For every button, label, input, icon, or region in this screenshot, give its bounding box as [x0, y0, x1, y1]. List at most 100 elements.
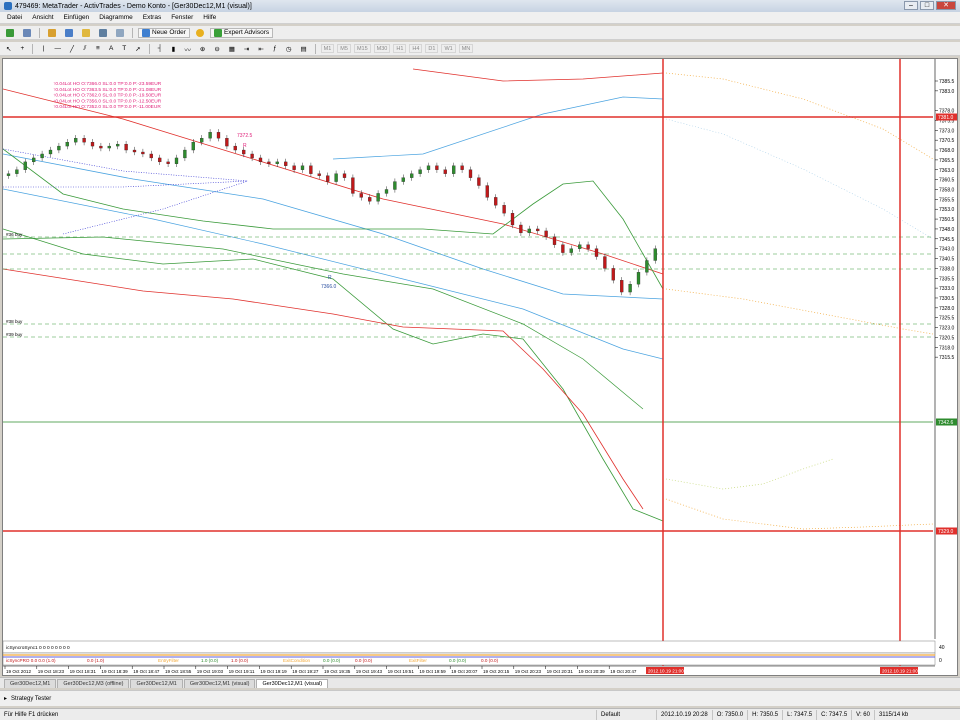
- period-m15[interactable]: M15: [353, 44, 371, 53]
- toolbar-separator: [148, 43, 150, 54]
- status-open: O: 7350.0: [711, 709, 747, 720]
- channel-tool[interactable]: ⫽: [80, 44, 90, 54]
- metaeditor-button[interactable]: [193, 28, 207, 38]
- chart-tab[interactable]: Ger30Dec12,M3 (offline): [57, 679, 130, 688]
- navigator-button[interactable]: [79, 28, 93, 38]
- templates-button[interactable]: ▤: [298, 44, 310, 54]
- price-tick-label: 7318.0: [939, 345, 955, 351]
- bear-candle: [510, 213, 515, 226]
- text-tool[interactable]: A: [106, 44, 116, 54]
- bar-chart-button[interactable]: ┤: [155, 44, 166, 54]
- candle-chart-button[interactable]: ▮: [168, 44, 178, 54]
- bull-candle: [191, 141, 195, 151]
- line-chart-button[interactable]: 〰: [181, 44, 194, 54]
- fibonacci-tool[interactable]: ≡: [93, 44, 103, 54]
- vertical-line-tool[interactable]: |: [38, 44, 48, 54]
- chart-tab[interactable]: Ger30Dec12,M1: [130, 679, 183, 688]
- chart-tab-active[interactable]: Ger30Dec12,M1 (visual): [256, 679, 329, 688]
- chart-tab[interactable]: Ger30Dec12,M1: [4, 679, 57, 688]
- upper-price-tag-text: 7381.0: [938, 115, 954, 121]
- period-m5[interactable]: M5: [337, 44, 351, 53]
- bear-candle: [149, 153, 153, 159]
- bull-candle: [15, 169, 19, 174]
- profiles-button[interactable]: [20, 28, 34, 38]
- time-tick-label: 19 Oct 18:47: [133, 669, 160, 674]
- menu-hilfe[interactable]: Hilfe: [198, 14, 221, 21]
- menu-einfuegen[interactable]: Einfügen: [59, 14, 95, 21]
- indicators-button[interactable]: ƒ: [270, 44, 280, 54]
- chart-shift-button[interactable]: ⇤: [255, 44, 266, 54]
- terminal-button[interactable]: [96, 28, 110, 38]
- tile-windows-button[interactable]: ▦: [226, 44, 238, 54]
- navigator-icon: [82, 28, 90, 37]
- bear-candle: [477, 177, 481, 186]
- chart-window[interactable]: 7385.5 7383.0 7378.0 7375.5 7373.0 7370.5 7368…: [2, 58, 958, 676]
- new-chart-button[interactable]: [3, 28, 17, 38]
- time-tag-text: 2012.10.19 21:00: [648, 669, 684, 674]
- price-chart[interactable]: 7385.57383.07378.07375.57373.07370.57368…: [3, 59, 957, 675]
- bull-candle: [334, 173, 338, 182]
- chart-tab[interactable]: Ger30Dec12,M1 (visual): [183, 679, 256, 688]
- bear-candle: [368, 197, 372, 202]
- horizontal-line-tool[interactable]: —: [51, 44, 64, 54]
- period-m30[interactable]: M30: [373, 44, 391, 53]
- market-watch-button[interactable]: [45, 28, 59, 38]
- close-button[interactable]: ✕: [936, 1, 956, 10]
- indicator-2-value: 0.0 (0.0): [481, 658, 499, 663]
- zoom-out-button[interactable]: ⊖: [211, 44, 222, 54]
- price-tick-label: 7343.0: [939, 247, 955, 253]
- tester-label: Strategy Tester: [11, 695, 52, 702]
- annotation-letter: R: [243, 143, 247, 149]
- menu-ansicht[interactable]: Ansicht: [27, 14, 58, 21]
- bull-candle: [578, 244, 582, 249]
- menu-extras[interactable]: Extras: [138, 14, 166, 21]
- periods-button[interactable]: ◷: [283, 44, 295, 54]
- time-tick-label: 19 Oct 19:43: [356, 669, 383, 674]
- trendline-tool[interactable]: ╱: [67, 44, 77, 54]
- bear-candle: [284, 161, 288, 166]
- data-window-button[interactable]: [62, 28, 76, 38]
- zoom-in-button[interactable]: ⊕: [197, 44, 208, 54]
- tester-button[interactable]: [113, 28, 127, 38]
- cursor-tool[interactable]: ↖: [3, 44, 14, 54]
- tester-toggle-icon[interactable]: ▸: [4, 695, 7, 702]
- period-m1[interactable]: M1: [320, 44, 335, 53]
- bull-candle: [183, 149, 187, 159]
- expert-advisors-label: Expert Advisors: [223, 29, 270, 36]
- bull-candle: [116, 143, 120, 147]
- time-tick-label: 19 Oct 20:47: [610, 669, 637, 674]
- metaeditor-icon: [195, 28, 204, 37]
- period-h1[interactable]: H1: [393, 44, 407, 53]
- indicator-2-value: 1.0 (0.0): [201, 658, 219, 663]
- time-tick-label: 19 Oct 18:55: [165, 669, 192, 674]
- period-mn[interactable]: MN: [458, 44, 474, 53]
- period-w1[interactable]: W1: [441, 44, 456, 53]
- status-traffic: 3115/14 kb: [873, 709, 912, 720]
- price-tick-label: 7333.0: [939, 286, 955, 292]
- price-tick-label: 7363.0: [939, 168, 955, 174]
- bull-candle: [23, 161, 27, 170]
- period-d1[interactable]: D1: [425, 44, 439, 53]
- forecast-green-line: [665, 458, 834, 490]
- bear-candle: [99, 145, 103, 149]
- status-datetime: 2012.10.19 20:28: [656, 709, 712, 720]
- menu-datei[interactable]: Datei: [2, 14, 27, 21]
- new-order-button[interactable]: Neue Order: [138, 27, 190, 38]
- period-h4[interactable]: H4: [409, 44, 423, 53]
- minimize-button[interactable]: –: [904, 1, 918, 10]
- new-order-icon: [142, 28, 150, 37]
- crosshair-tool[interactable]: +: [17, 44, 27, 54]
- menu-fenster[interactable]: Fenster: [166, 14, 198, 21]
- arrows-tool[interactable]: ➚: [132, 44, 143, 54]
- bear-candle: [166, 161, 170, 164]
- strategy-tester-panel[interactable]: ▸ Strategy Tester: [0, 690, 960, 706]
- autoscroll-button[interactable]: ⇥: [241, 44, 252, 54]
- bear-candle: [225, 138, 229, 147]
- maximize-button[interactable]: □: [920, 1, 934, 10]
- menu-diagramme[interactable]: Diagramme: [94, 14, 138, 21]
- label-tool[interactable]: T: [119, 44, 129, 54]
- expert-advisors-button[interactable]: Expert Advisors: [209, 27, 274, 38]
- price-tick-label: 7373.0: [939, 128, 955, 134]
- indicator-window-1: [3, 640, 936, 654]
- bull-candle: [107, 145, 111, 149]
